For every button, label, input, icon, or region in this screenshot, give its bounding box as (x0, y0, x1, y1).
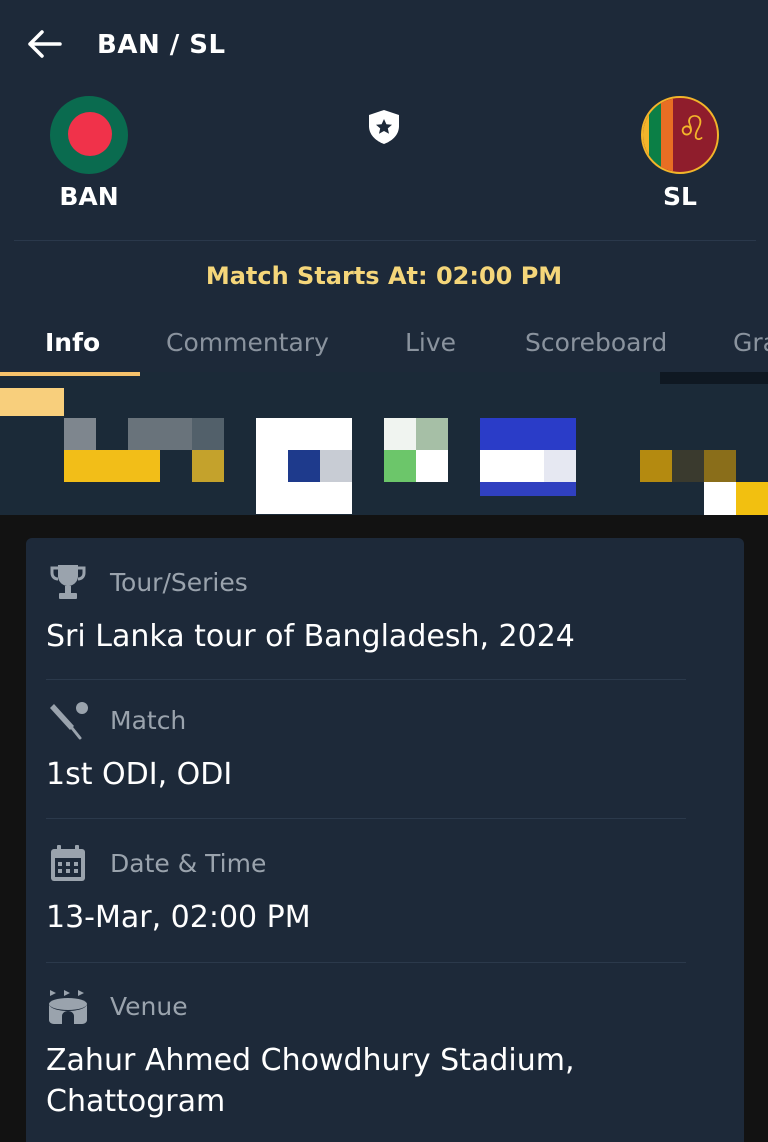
match-start-time: Match Starts At: 02:00 PM (205, 262, 563, 290)
cricket-bat-icon (46, 700, 90, 740)
divider (14, 240, 756, 241)
arrow-left-icon (28, 30, 62, 58)
series-label: Tour/Series (110, 567, 248, 597)
page-title: BAN / SL (97, 30, 226, 60)
ad-banner[interactable] (0, 372, 768, 515)
series-section: Tour/Series Sri Lanka tour of Bangladesh… (46, 562, 706, 657)
shield-star-icon (369, 110, 399, 144)
team-name-sl: SL (663, 182, 697, 211)
datetime-section: Date & Time 13-Mar, 02:00 PM (46, 843, 706, 938)
tab-graph[interactable]: Gra (733, 328, 768, 357)
tab-info[interactable]: Info (45, 328, 100, 357)
series-value: Sri Lanka tour of Bangladesh, 2024 (46, 619, 575, 654)
datetime-value: 13-Mar, 02:00 PM (46, 900, 311, 935)
favorite-button[interactable] (366, 108, 402, 146)
venue-label: Venue (110, 991, 188, 1021)
sri-lanka-flag-icon: ♌ (641, 96, 719, 174)
tab-live[interactable]: Live (405, 328, 456, 357)
venue-section: Venue Zahur Ahmed Chowdhury Stadium, Cha… (46, 986, 706, 1123)
stadium-icon (46, 986, 90, 1026)
team-name-ban: BAN (59, 182, 119, 211)
team-sl[interactable]: ♌ SL (620, 96, 740, 211)
divider (46, 818, 686, 819)
divider (46, 962, 686, 963)
match-header: BAN / SL BAN ♌ SL Match Starts At: 02:00… (0, 0, 768, 515)
tab-bar: Info Commentary Live Scoreboard Gra (0, 320, 768, 378)
trophy-icon (46, 562, 90, 602)
match-info-card: Tour/Series Sri Lanka tour of Bangladesh… (26, 538, 744, 1142)
calendar-icon (46, 843, 90, 883)
match-value: 1st ODI, ODI (46, 757, 233, 792)
venue-value: Zahur Ahmed Chowdhury Stadium, Chattogra… (46, 1043, 575, 1120)
bangladesh-flag-icon (50, 96, 128, 174)
match-label: Match (110, 705, 187, 735)
tab-commentary[interactable]: Commentary (166, 328, 329, 357)
datetime-label: Date & Time (110, 848, 267, 878)
back-button[interactable] (22, 24, 66, 64)
match-section: Match 1st ODI, ODI (46, 700, 706, 795)
team-ban[interactable]: BAN (29, 96, 149, 211)
divider (46, 679, 686, 680)
tab-scoreboard[interactable]: Scoreboard (525, 328, 667, 357)
